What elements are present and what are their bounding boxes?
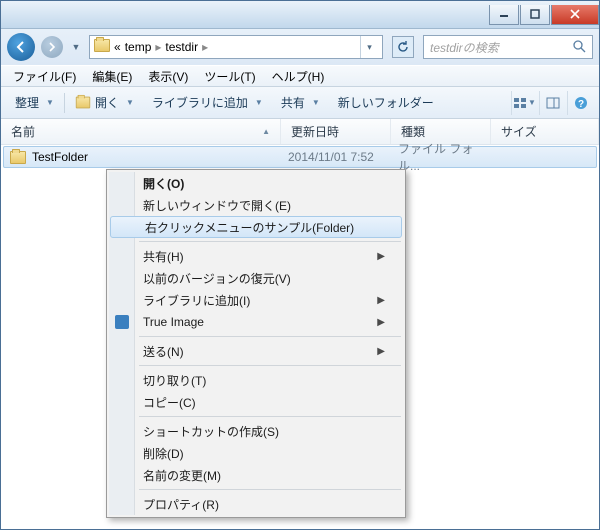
help-button[interactable]: ? [567,91,593,115]
ctx-restore-previous[interactable]: 以前のバージョンの復元(V) [109,267,403,289]
true-image-icon [114,314,130,330]
ctx-add-to-library[interactable]: ライブラリに追加(I)▶ [109,289,403,311]
item-type: ファイル フォル... [392,140,492,174]
ctx-delete[interactable]: 削除(D) [109,442,403,464]
folder-icon [10,151,26,164]
column-headers: 名前▲ 更新日時 種類 サイズ [1,119,599,145]
submenu-arrow-icon: ▶ [377,346,385,357]
separator [139,365,401,366]
organize-button[interactable]: 整理▼ [7,91,62,114]
new-folder-button[interactable]: 新しいフォルダー [330,91,442,114]
menu-edit[interactable]: 編集(E) [84,66,140,87]
search-input[interactable]: testdirの検索 [423,35,593,59]
separator [139,489,401,490]
share-button[interactable]: 共有▼ [273,91,328,114]
col-date[interactable]: 更新日時 [281,119,391,144]
folder-icon [94,39,110,55]
list-item[interactable]: TestFolder 2014/11/01 7:52 ファイル フォル... [3,146,597,168]
menu-view[interactable]: 表示(V) [140,66,196,87]
search-icon[interactable] [572,39,586,56]
view-icon [513,96,527,110]
context-menu: 開く(O) 新しいウィンドウで開く(E) 右クリックメニューのサンプル(Fold… [106,169,406,518]
arrow-right-icon [47,42,57,52]
ctx-create-shortcut[interactable]: ショートカットの作成(S) [109,420,403,442]
preview-pane-button[interactable] [539,91,565,115]
arrow-left-icon [14,40,28,54]
titlebar[interactable] [1,1,599,29]
item-name: TestFolder [32,150,88,164]
minimize-button[interactable] [489,5,519,25]
submenu-arrow-icon: ▶ [377,295,385,306]
maximize-button[interactable] [520,5,550,25]
chevron-down-icon: ▼ [255,98,263,107]
window-buttons [488,5,599,25]
ctx-sample-folder[interactable]: 右クリックメニューのサンプル(Folder) [110,216,402,238]
address-dropdown[interactable]: ▾ [360,36,378,58]
chevron-down-icon: ▼ [126,98,134,107]
ctx-copy[interactable]: コピー(C) [109,391,403,413]
separator [139,416,401,417]
pane-icon [546,96,560,110]
ctx-share[interactable]: 共有(H)▶ [109,245,403,267]
ctx-true-image[interactable]: True Image▶ [109,311,403,333]
ctx-cut[interactable]: 切り取り(T) [109,369,403,391]
search-placeholder: testdirの検索 [430,39,499,56]
menu-help[interactable]: ヘルプ(H) [264,66,333,87]
menu-bar: ファイル(F) 編集(E) 表示(V) ツール(T) ヘルプ(H) [1,65,599,87]
addr-seg-2[interactable]: testdir [165,40,198,54]
sort-asc-icon: ▲ [262,127,270,136]
col-name[interactable]: 名前▲ [1,119,281,144]
ctx-open[interactable]: 開く(O) [109,172,403,194]
refresh-icon [396,40,410,54]
open-button[interactable]: 開く▼ [67,91,142,114]
view-options-button[interactable]: ▼ [511,91,537,115]
address-bar[interactable]: « temp ▸ testdir ▸ ▾ [89,35,383,59]
ctx-open-new-window[interactable]: 新しいウィンドウで開く(E) [109,194,403,216]
addr-prefix: « [114,40,121,54]
explorer-window: ▼ « temp ▸ testdir ▸ ▾ testdirの検索 ファイル(F… [0,0,600,530]
separator [139,241,401,242]
submenu-arrow-icon: ▶ [377,251,385,262]
add-to-library-button[interactable]: ライブラリに追加▼ [144,91,271,114]
ctx-properties[interactable]: プロパティ(R) [109,493,403,515]
refresh-button[interactable] [392,36,414,58]
separator [139,336,401,337]
ctx-send-to[interactable]: 送る(N)▶ [109,340,403,362]
folder-open-icon [76,97,90,109]
ctx-rename[interactable]: 名前の変更(M) [109,464,403,486]
help-icon: ? [574,96,588,110]
forward-button[interactable] [41,36,63,58]
nav-history-dropdown[interactable]: ▼ [69,33,83,61]
back-button[interactable] [7,33,35,61]
addr-seg-1[interactable]: temp [125,40,152,54]
nav-row: ▼ « temp ▸ testdir ▸ ▾ testdirの検索 [1,29,599,65]
svg-text:?: ? [577,99,583,110]
chevron-down-icon: ▼ [312,98,320,107]
chevron-right-icon[interactable]: ▸ [155,40,161,54]
menu-file[interactable]: ファイル(F) [5,66,84,87]
file-list: 名前▲ 更新日時 種類 サイズ TestFolder 2014/11/01 7:… [1,119,599,529]
chevron-down-icon: ▼ [46,98,54,107]
col-size[interactable]: サイズ [491,119,599,144]
menu-tools[interactable]: ツール(T) [196,66,263,87]
chevron-right-icon[interactable]: ▸ [202,40,208,54]
item-date: 2014/11/01 7:52 [282,150,392,164]
toolbar: 整理▼ 開く▼ ライブラリに追加▼ 共有▼ 新しいフォルダー ▼ ? [1,87,599,119]
close-button[interactable] [551,5,599,25]
submenu-arrow-icon: ▶ [377,317,385,328]
